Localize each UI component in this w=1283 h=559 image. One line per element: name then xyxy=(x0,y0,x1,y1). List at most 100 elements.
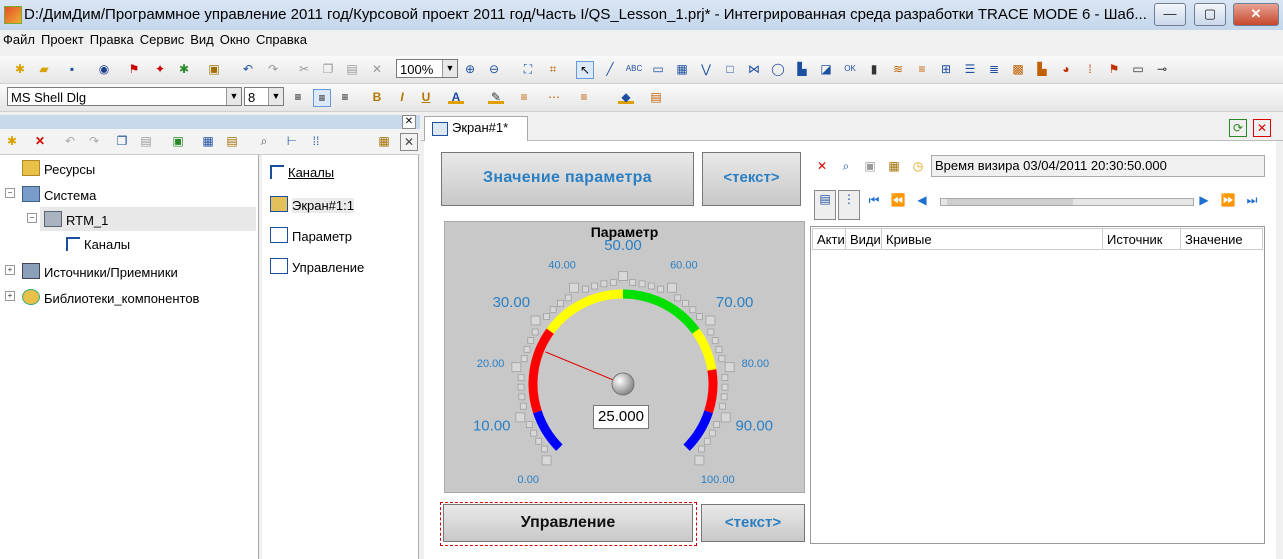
menu-file[interactable]: Файл xyxy=(0,30,38,49)
delete-object-icon[interactable]: ✕ xyxy=(32,133,48,149)
expand-icon[interactable]: + xyxy=(5,265,15,275)
line-width-icon[interactable]: ≡ xyxy=(516,89,532,105)
last-icon[interactable]: ⏭ xyxy=(1244,192,1260,208)
properties-icon[interactable]: ▤ xyxy=(224,133,240,149)
switch-tool-icon[interactable]: ⊞ xyxy=(938,61,954,77)
app-icon[interactable] xyxy=(4,6,22,24)
column-header-curves[interactable]: Кривые xyxy=(882,228,1103,250)
text-tool-icon[interactable]: ABC xyxy=(624,61,644,77)
italic-button[interactable]: I xyxy=(394,89,410,105)
copy-icon[interactable]: ❐ xyxy=(320,61,336,77)
column-header-source[interactable]: Источник xyxy=(1103,228,1181,250)
report-tool-icon[interactable]: ≣ xyxy=(986,61,1002,77)
undo-icon[interactable]: ↶ xyxy=(240,61,256,77)
open-icon[interactable]: ▰ xyxy=(36,61,52,77)
column-header-active[interactable]: Акти xyxy=(812,228,846,250)
list-tool-icon[interactable]: ☰ xyxy=(962,61,978,77)
tree-item-system[interactable]: Система xyxy=(22,186,96,203)
font-select[interactable]: MS Shell Dlg ▼ xyxy=(7,87,242,106)
font-size-select[interactable]: 8 ▼ xyxy=(244,87,284,106)
align-right-icon[interactable]: ≡ xyxy=(337,89,353,105)
new-object-icon[interactable]: ✱ xyxy=(4,133,20,149)
indicator-tool-icon[interactable]: ▮ xyxy=(866,61,882,77)
trend-settings-icon[interactable]: ▤ xyxy=(814,190,836,220)
tree-item-channels[interactable]: Каналы xyxy=(66,237,130,252)
maximize-button[interactable]: ▢ xyxy=(1194,3,1226,26)
text-button-2[interactable]: <текст> xyxy=(701,504,805,542)
text-button-1[interactable]: <текст> xyxy=(702,152,801,206)
layout-icon[interactable]: ▦ xyxy=(376,133,392,149)
clock-icon[interactable]: ◷ xyxy=(910,158,926,174)
properties-icon[interactable]: ◉ xyxy=(96,61,112,77)
grid-icon[interactable]: ⌗ xyxy=(545,61,561,77)
events-tool-icon[interactable]: ⁞ xyxy=(1082,61,1098,77)
zoom-in-icon[interactable]: ⊕ xyxy=(462,61,478,77)
fill-tool-icon[interactable]: ▙ xyxy=(794,61,810,77)
list-item-parameter[interactable]: Параметр xyxy=(270,227,352,244)
line-color-icon[interactable]: ✎ xyxy=(488,89,504,104)
control-button[interactable]: Управление xyxy=(443,504,693,542)
pie-tool-icon[interactable]: ◕ xyxy=(1058,61,1074,77)
ellipse-tool-icon[interactable]: ◯ xyxy=(770,61,786,77)
underline-button[interactable]: U xyxy=(418,89,434,105)
close-icon[interactable]: ✕ xyxy=(402,115,416,129)
run-icon[interactable]: ⚑ xyxy=(126,61,142,77)
line-style-icon[interactable]: ⋯ xyxy=(546,89,562,105)
menu-edit[interactable]: Правка xyxy=(87,30,137,49)
cursor-delete-icon[interactable]: ✕ xyxy=(814,158,830,174)
chevron-down-icon[interactable]: ▼ xyxy=(442,60,457,77)
expand-icon[interactable]: + xyxy=(5,291,15,301)
fill-pattern-icon[interactable]: ▤ xyxy=(648,89,664,105)
tab-screen[interactable]: Экран#1* xyxy=(424,116,528,141)
column-header-value[interactable]: Значение xyxy=(1181,228,1263,250)
bold-button[interactable]: B xyxy=(369,89,385,105)
zoom-icon[interactable]: ⌕ xyxy=(838,158,854,174)
first-icon[interactable]: ⏮ xyxy=(866,192,882,208)
menu-window[interactable]: Окно xyxy=(217,30,253,49)
tree-item-sources[interactable]: Источники/Приемники xyxy=(22,263,178,280)
menu-service[interactable]: Сервис xyxy=(137,30,188,49)
align-left-icon[interactable]: ≡ xyxy=(290,89,306,105)
timeline-scrollbar[interactable] xyxy=(940,198,1194,206)
save-icon[interactable]: ▪ xyxy=(64,61,80,77)
collapse-icon[interactable]: − xyxy=(5,188,15,198)
close-trend-icon[interactable]: ▣ xyxy=(862,158,878,174)
pointer-icon[interactable]: ↖ xyxy=(576,61,594,79)
list-item-channels[interactable]: Каналы xyxy=(270,165,334,180)
minimize-button[interactable]: — xyxy=(1154,3,1186,26)
alarm-tool-icon[interactable]: ⚑ xyxy=(1106,61,1122,77)
close-icon[interactable]: ✕ xyxy=(400,133,418,151)
back-icon[interactable]: ◀ xyxy=(914,192,930,208)
debug-run-icon[interactable]: ✦ xyxy=(152,61,168,77)
tree-item-libraries[interactable]: Библиотеки_компонентов xyxy=(22,289,199,306)
trend-layout-icon[interactable]: ⋮ xyxy=(838,190,860,220)
fit-icon[interactable]: ⛶ xyxy=(520,61,536,77)
rectangle-tool-icon[interactable]: □ xyxy=(722,61,738,77)
library-icon[interactable]: ▣ xyxy=(206,61,222,77)
menu-project[interactable]: Проект xyxy=(38,30,87,49)
paste-icon[interactable]: ▤ xyxy=(138,133,154,149)
zoom-select[interactable]: 100% ▼ xyxy=(396,59,458,78)
picture-tool-icon[interactable]: ◪ xyxy=(818,61,834,77)
ok-button-tool-icon[interactable]: OK xyxy=(842,61,858,77)
close-button[interactable]: ✕ xyxy=(1233,3,1279,26)
bug-icon[interactable]: ✱ xyxy=(176,61,192,77)
chevron-down-icon[interactable]: ▼ xyxy=(226,88,241,105)
tree-view-icon[interactable]: ⊢ xyxy=(284,133,300,149)
chevron-down-icon[interactable]: ▼ xyxy=(268,88,283,105)
polyline-tool-icon[interactable]: ⋁ xyxy=(698,61,714,77)
find-icon[interactable]: ⌕ xyxy=(256,133,272,149)
button-tool-icon[interactable]: ▭ xyxy=(650,61,666,77)
line-ends-icon[interactable]: ≡ xyxy=(576,89,592,105)
align-center-icon[interactable]: ≡ xyxy=(313,89,331,107)
menu-help[interactable]: Справка xyxy=(253,30,310,49)
fast-forward-icon[interactable]: ⏩ xyxy=(1220,192,1236,208)
list-view-icon[interactable]: ⁞⁞ xyxy=(308,133,324,149)
hotspot-tool-icon[interactable]: ⊸ xyxy=(1154,61,1170,77)
paste-icon[interactable]: ▤ xyxy=(344,61,360,77)
collapse-icon[interactable]: − xyxy=(27,213,37,223)
slider-tool-icon[interactable]: ▩ xyxy=(1010,61,1026,77)
delete-icon[interactable]: ✕ xyxy=(369,61,385,77)
calendar-icon[interactable]: ▦ xyxy=(886,158,902,174)
scrollbar-thumb[interactable] xyxy=(947,199,1073,205)
